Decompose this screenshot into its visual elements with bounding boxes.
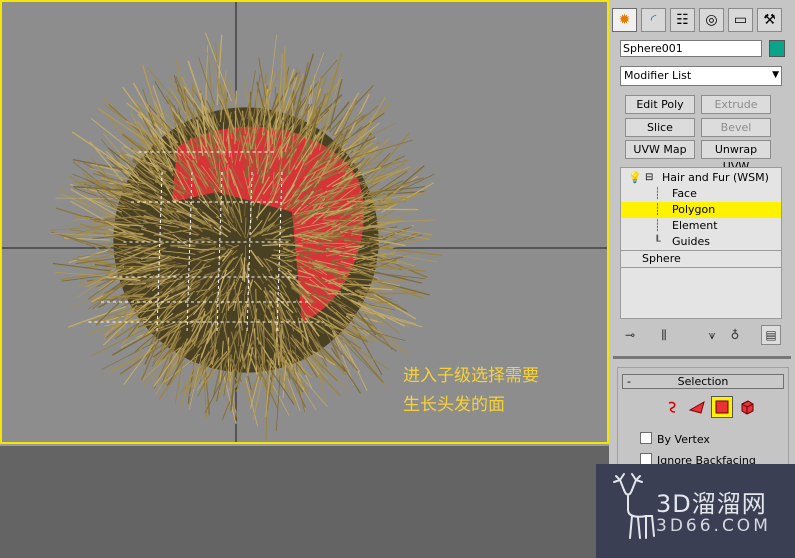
border-selection-icon[interactable] — [686, 396, 708, 418]
watermark-title: 3D溜溜网 — [656, 490, 767, 518]
hierarchy-icon: ☷ — [676, 12, 689, 28]
sublevel-label: Polygon — [672, 203, 716, 216]
chevron-down-icon: ▼ — [772, 70, 779, 80]
watermark-url: 3D66.COM — [656, 516, 771, 536]
hair-strands — [50, 32, 442, 440]
annotation-line-1: 进入子级选择需要 — [403, 366, 539, 386]
by-vertex-label: By Vertex — [657, 433, 710, 446]
collapse-icon: - — [627, 375, 631, 388]
selection-rollout-header[interactable]: - Selection — [622, 374, 784, 389]
command-panel-tabs: ✹ ◜ ☷ ◎ ▭ ⚒ — [609, 6, 795, 34]
stack-item-label: Sphere — [642, 252, 681, 265]
make-unique-icon[interactable]: ⩛ — [702, 325, 722, 345]
show-end-result-icon[interactable]: ⫼ — [654, 325, 674, 345]
tree-line-icon: ┊ — [654, 203, 661, 216]
modifier-list-dropdown[interactable]: Modifier List ▼ — [620, 66, 782, 86]
modifier-stack: 💡 ⊟ Hair and Fur (WSM) ┊ Face ┊ Polygon … — [620, 167, 782, 319]
stack-item-label: Hair and Fur (WSM) — [662, 171, 769, 184]
tree-line-icon: ┖ — [654, 235, 661, 248]
edit-poly-button[interactable]: Edit Poly — [625, 95, 695, 114]
stack-sublevel-face[interactable]: ┊ Face — [621, 186, 781, 202]
motion-icon: ◎ — [705, 12, 718, 28]
stack-separator — [621, 267, 781, 268]
lower-viewport[interactable] — [0, 446, 609, 558]
deer-logo-icon — [613, 473, 655, 539]
modify-tab[interactable]: ◜ — [641, 8, 666, 32]
create-tab[interactable]: ✹ — [612, 8, 637, 32]
stack-item-hair-and-fur[interactable]: 💡 ⊟ Hair and Fur (WSM) — [621, 170, 781, 186]
bevel-button[interactable]: Bevel — [701, 118, 771, 137]
remove-modifier-icon[interactable]: ♁ — [725, 325, 745, 345]
stack-sublevel-polygon[interactable]: ┊ Polygon — [621, 202, 781, 218]
light-bulb-icon[interactable]: 💡 — [628, 170, 642, 186]
extrude-button[interactable]: Extrude — [701, 95, 771, 114]
utilities-tab[interactable]: ⚒ — [757, 8, 782, 32]
stack-toolbar: ⊸ ⫼ ⩛ ♁ ▤ — [620, 325, 785, 345]
panel-divider — [613, 356, 791, 359]
sublevel-label: Element — [672, 219, 718, 232]
display-tab[interactable]: ▭ — [728, 8, 753, 32]
pin-stack-icon[interactable]: ⊸ — [620, 325, 640, 345]
stack-sublevel-element[interactable]: ┊ Element — [621, 218, 781, 234]
tree-line-icon: ┊ — [654, 187, 661, 200]
rollout-title: Selection — [677, 375, 729, 388]
display-icon: ▭ — [733, 12, 748, 28]
utilities-icon: ⚒ — [763, 12, 776, 28]
by-vertex-option[interactable]: By Vertex — [640, 432, 710, 448]
polygon-selection-icon[interactable] — [711, 396, 733, 418]
stack-item-sphere[interactable]: Sphere — [621, 251, 781, 267]
motion-tab[interactable]: ◎ — [699, 8, 724, 32]
sublevel-label: Guides — [672, 235, 711, 248]
create-icon: ✹ — [618, 12, 631, 28]
modify-icon: ◜ — [650, 12, 657, 28]
object-color-swatch[interactable] — [769, 40, 785, 57]
unwrap-uvw-button[interactable]: Unwrap UVW — [701, 140, 771, 173]
vertex-selection-icon[interactable] — [661, 396, 683, 418]
watermark-logo: 3D溜溜网 3D66.COM — [596, 464, 795, 558]
annotation-line-2: 生长头发的面 — [403, 395, 505, 415]
uvw-map-button[interactable]: UVW Map — [625, 140, 695, 159]
modifier-list-label: Modifier List — [624, 69, 692, 82]
element-selection-icon[interactable] — [736, 396, 758, 418]
object-name-field[interactable]: Sphere001 — [620, 40, 762, 57]
tree-line-icon: ┊ — [654, 219, 661, 232]
perspective-viewport[interactable]: 进入子级选择需要 生长头发的面 — [0, 0, 609, 444]
hierarchy-tab[interactable]: ☷ — [670, 8, 695, 32]
by-vertex-checkbox[interactable] — [640, 432, 652, 444]
sublevel-label: Face — [672, 187, 697, 200]
stack-sublevel-guides[interactable]: ┖ Guides — [621, 234, 781, 250]
configure-modifier-sets-icon[interactable]: ▤ — [761, 325, 781, 345]
collapse-box-icon[interactable]: ⊟ — [645, 170, 653, 186]
slice-button[interactable]: Slice — [625, 118, 695, 137]
